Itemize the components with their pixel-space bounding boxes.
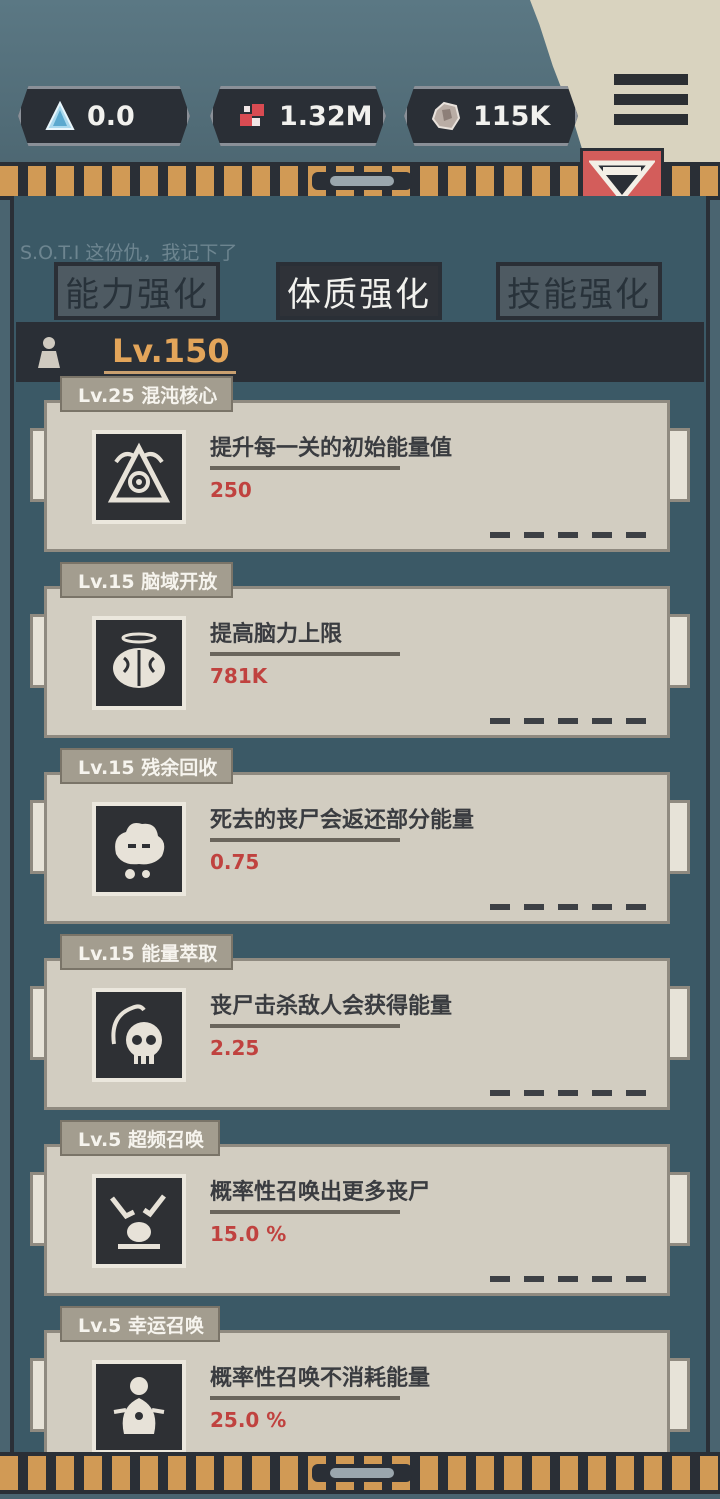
skill-tag: Lv.5 幸运召唤 <box>60 1306 220 1342</box>
chaos-core-icon <box>92 430 186 524</box>
rock-icon <box>429 99 463 133</box>
lucky-idol-icon <box>92 1360 186 1454</box>
brain-icon <box>92 616 186 710</box>
summon-hands-icon <box>92 1174 186 1268</box>
background-message: S.O.T.I 这份仇，我记下了 <box>20 242 238 264</box>
tab-physique-upgrade[interactable]: 体质强化 <box>276 262 442 320</box>
tab-ability-upgrade[interactable]: 能力强化 <box>54 262 220 320</box>
crystal-value: 0.0 <box>87 100 135 132</box>
skill-value: 15.0 % <box>210 1222 287 1246</box>
skill-card[interactable]: Lv.25 混沌核心 提升每一关的初始能量值 250 <box>30 376 690 560</box>
bottom-stripe-bar <box>0 1452 720 1494</box>
skill-tag: Lv.15 残余回收 <box>60 748 234 784</box>
rock-resource: 115K <box>404 86 578 146</box>
skill-description: 提升每一关的初始能量值 <box>210 436 453 461</box>
menu-button[interactable] <box>614 74 688 134</box>
gem-icon <box>235 99 269 133</box>
skill-value: 2.25 <box>210 1036 260 1060</box>
total-level: Lv.150 <box>104 332 236 374</box>
tab-label: 能力强化 <box>65 274 209 315</box>
skill-card[interactable]: Lv.15 脑域开放 提高脑力上限 781K <box>30 562 690 746</box>
rock-value: 115K <box>473 100 551 132</box>
skill-description: 概率性召唤出更多丧尸 <box>210 1180 431 1205</box>
tab-label: 体质强化 <box>287 274 431 315</box>
skill-value: 781K <box>210 664 268 688</box>
skill-value: 0.75 <box>210 850 260 874</box>
gem-value: 1.32M <box>279 100 373 132</box>
crystal-icon <box>43 99 77 133</box>
tab-label: 技能强化 <box>507 274 651 315</box>
residue-icon <box>92 802 186 896</box>
skill-card[interactable]: Lv.15 能量萃取 丧尸击杀敌人会获得能量 2.25 <box>30 934 690 1118</box>
skill-card[interactable]: Lv.15 残余回收 死去的丧尸会返还部分能量 0.75 <box>30 748 690 932</box>
tab-skill-upgrade[interactable]: 技能强化 <box>496 262 662 320</box>
crystal-resource: 0.0 <box>18 86 190 146</box>
skill-description: 死去的丧尸会返还部分能量 <box>210 808 475 833</box>
skill-tag: Lv.5 超频召唤 <box>60 1120 220 1156</box>
skill-tag: Lv.15 能量萃取 <box>60 934 234 970</box>
level-bar: Lv.150 <box>16 322 704 382</box>
skill-value: 250 <box>210 478 252 502</box>
skull-icon <box>92 988 186 1082</box>
person-icon <box>38 337 60 368</box>
skill-tag: Lv.15 脑域开放 <box>60 562 234 598</box>
gem-resource: 1.32M <box>210 86 386 146</box>
skill-description: 丧尸击杀敌人会获得能量 <box>210 994 453 1019</box>
skill-card[interactable]: Lv.5 超频召唤 概率性召唤出更多丧尸 15.0 % <box>30 1120 690 1304</box>
skill-value: 25.0 % <box>210 1408 287 1432</box>
skill-tag: Lv.25 混沌核心 <box>60 376 234 412</box>
skill-description: 提高脑力上限 <box>210 622 343 647</box>
skill-description: 概率性召唤不消耗能量 <box>210 1366 431 1391</box>
drag-handle[interactable] <box>312 172 412 190</box>
drag-handle[interactable] <box>312 1464 412 1482</box>
